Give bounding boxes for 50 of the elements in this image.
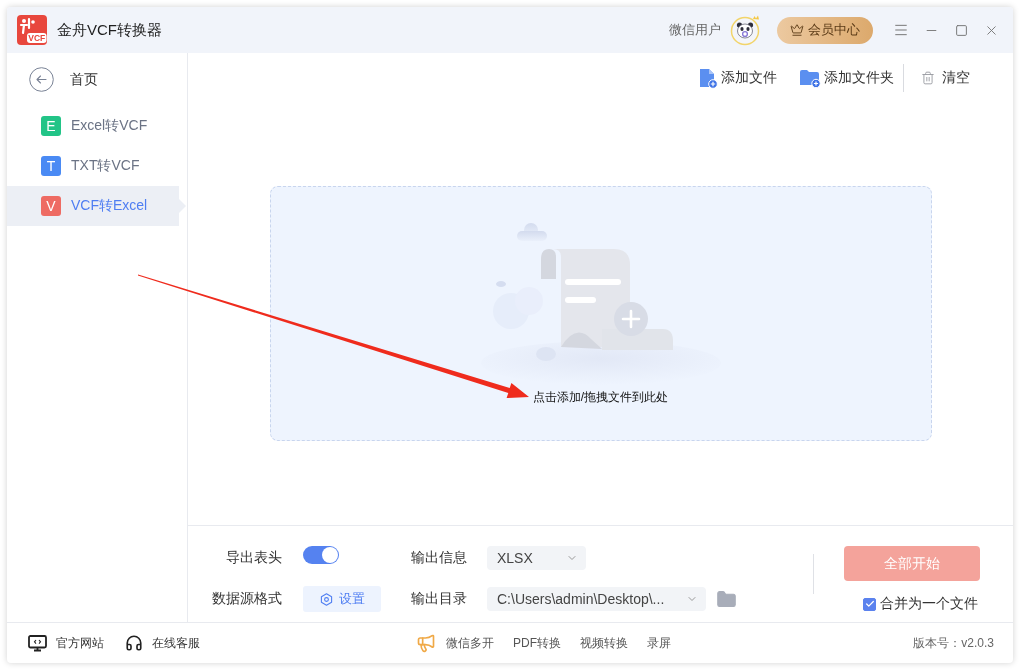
footer-tool-link[interactable]: PDF转换 — [513, 634, 561, 652]
checkbox-label: 合并为一个文件 — [880, 595, 978, 613]
vip-center-button[interactable]: 会员中心 — [777, 16, 873, 44]
crown-icon — [790, 23, 804, 37]
sidebar-item[interactable]: E Excel转VCF — [7, 106, 187, 146]
add-file-button[interactable]: 添加文件 — [699, 67, 777, 89]
folder-icon[interactable] — [716, 588, 737, 610]
back-icon — [29, 67, 54, 92]
option-label: 数据源格式 — [212, 590, 282, 608]
option-label: 导出表头 — [226, 549, 282, 567]
format-select[interactable]: XLSX — [487, 546, 586, 570]
user-name: 微信用户 — [669, 21, 721, 39]
trash-icon — [921, 71, 935, 85]
file-add-icon — [699, 67, 718, 89]
footer-tool-link[interactable]: 微信多开 — [416, 633, 494, 653]
footer-tool-link[interactable]: 录屏 — [647, 634, 671, 652]
monitor-icon — [28, 634, 47, 652]
checkbox[interactable] — [863, 597, 876, 611]
home-label: 首页 — [70, 70, 98, 89]
output-path-select[interactable]: C:\Users\admin\Desktop\... — [487, 587, 706, 611]
letter-badge: V — [41, 196, 61, 216]
avatar-icon — [730, 14, 762, 46]
maximize-icon[interactable] — [954, 23, 968, 37]
sidebar-item[interactable]: T TXT转VCF — [7, 146, 187, 186]
sidebar-item-label: Excel转VCF — [71, 117, 148, 135]
settings-icon — [319, 592, 333, 606]
footer-link[interactable]: 官方网站 — [28, 634, 104, 652]
footer-tool-link[interactable]: 视频转换 — [580, 634, 628, 652]
window-title: 金舟VCF转换器 — [57, 20, 162, 40]
drop-hint: 点击添加/拖拽文件到此处 — [532, 388, 669, 406]
megaphone-icon — [416, 633, 436, 653]
sidebar-item-label: TXT转VCF — [71, 157, 140, 175]
toggle-switch[interactable] — [303, 546, 339, 564]
menu-icon[interactable] — [893, 22, 909, 38]
app-logo-icon: VCF — [17, 15, 47, 45]
file-drop-zone[interactable]: 点击添加/拖拽文件到此处 — [269, 185, 932, 441]
settings-button[interactable]: 设置 — [303, 586, 381, 612]
clear-button[interactable]: 清空 — [921, 69, 970, 87]
home-button[interactable]: 首页 — [29, 67, 98, 92]
letter-badge: T — [41, 156, 61, 176]
letter-badge: E — [41, 116, 61, 136]
folder-add-icon — [799, 68, 821, 88]
version-label: 版本号：v2.0.3 — [913, 634, 994, 652]
option-label: 输出信息 — [411, 549, 467, 567]
footer-link[interactable]: 在线客服 — [125, 634, 200, 652]
sidebar-item-label: VCF转Excel — [71, 197, 148, 215]
add-folder-button[interactable]: 添加文件夹 — [799, 68, 894, 88]
check-icon — [864, 599, 875, 609]
headset-icon — [125, 634, 143, 652]
option-label: 输出目录 — [411, 590, 467, 608]
